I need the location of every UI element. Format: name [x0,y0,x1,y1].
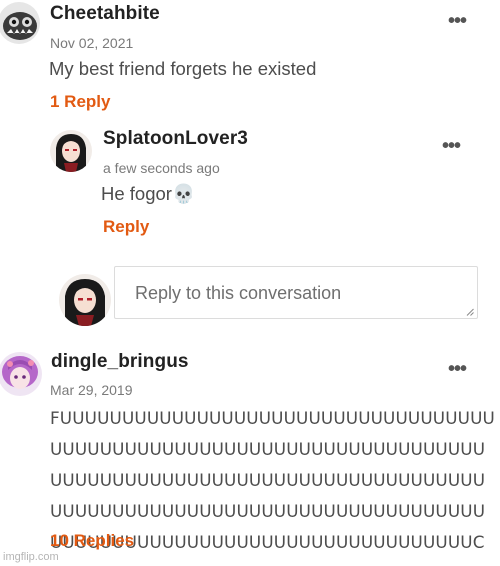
comment-timestamp: Mar 29, 2019 [50,382,133,398]
anime-girl-avatar-icon [59,274,111,326]
current-user-avatar [59,274,111,326]
avatar-cheetahbite[interactable] [0,2,40,44]
reply-button[interactable]: Reply [103,217,149,237]
avatar-splatoonlover3[interactable] [50,130,92,172]
comment-username[interactable]: Cheetahbite [50,3,160,25]
reply-timestamp: a few seconds ago [103,160,220,176]
avatar-dingle-bringus[interactable] [0,352,42,396]
more-options-icon[interactable]: ••• [448,11,467,31]
reply-text: He fogor💀 [101,183,195,204]
view-replies-link[interactable]: 1 Reply [50,92,110,112]
comment-username[interactable]: dingle_bringus [51,351,189,373]
watermark: imgflip.com [3,551,59,563]
comment-text: My best friend forgets he existed [49,58,317,79]
reply-input[interactable]: Reply to this conversation [114,266,478,319]
reply-input-placeholder: Reply to this conversation [135,283,342,303]
more-options-icon[interactable]: ••• [448,359,467,379]
comment-timestamp: Nov 02, 2021 [50,35,134,51]
cheetah-avatar-icon [0,2,40,44]
more-options-icon[interactable]: ••• [442,136,461,156]
view-replies-link[interactable]: 10 Replies [50,531,134,551]
resize-handle-icon[interactable] [466,308,474,316]
anime-girl-avatar-icon [50,130,92,172]
reply-username[interactable]: SplatoonLover3 [103,128,248,150]
purple-hair-avatar-icon [0,352,42,396]
